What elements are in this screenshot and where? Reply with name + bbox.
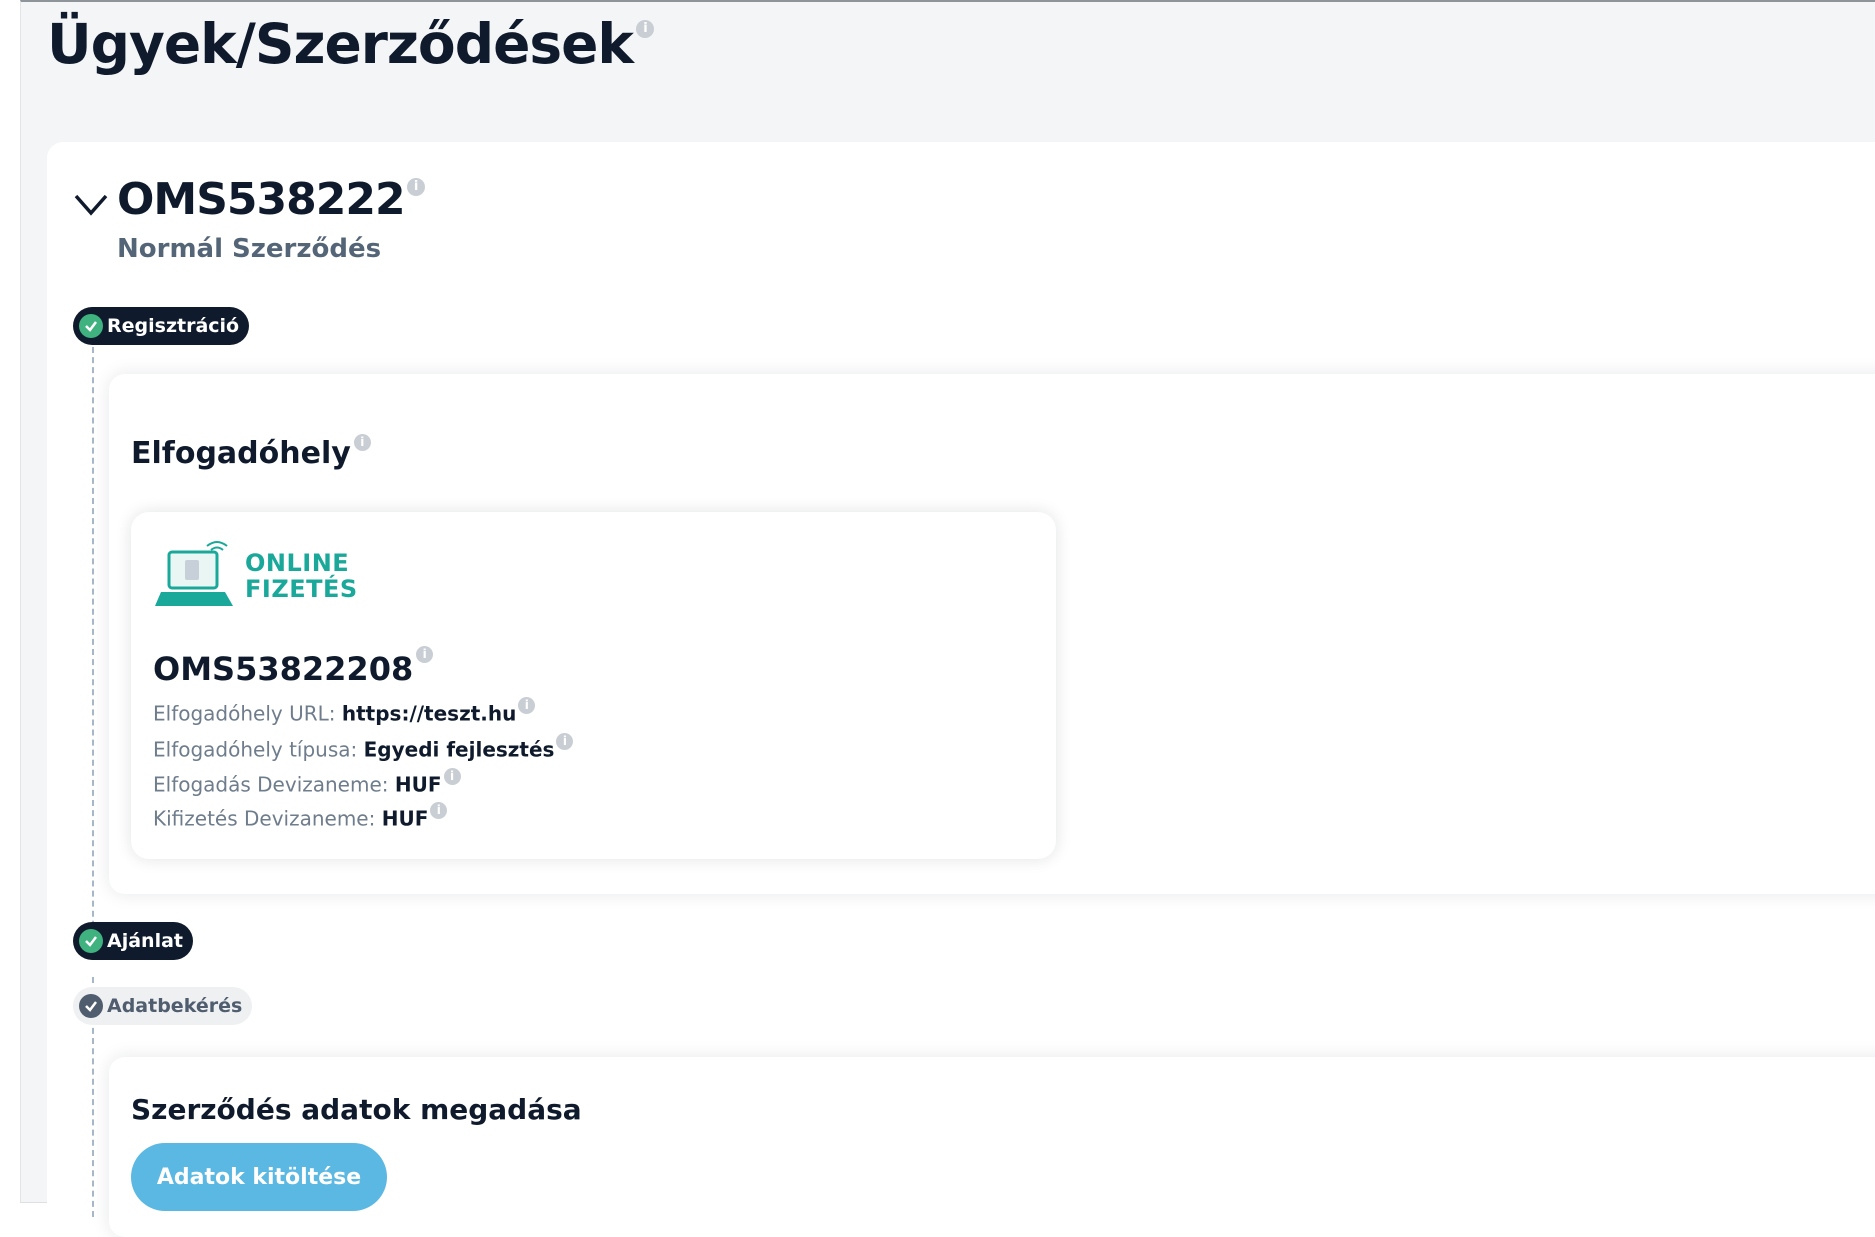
step-badge-registration[interactable]: Regisztráció: [73, 307, 250, 345]
field-payout-currency: Kifizetés Devizaneme: HUF i: [153, 802, 448, 831]
logo-line: ONLINE: [245, 549, 350, 577]
check-circle-icon: [79, 994, 103, 1018]
merchant-id: OMS53822208 i: [153, 646, 434, 688]
info-icon[interactable]: i: [518, 697, 536, 714]
case-subtitle: Normál Szerződés: [117, 234, 382, 264]
laptop-payment-icon: ONLINE FIZETÉS: [155, 536, 375, 626]
info-icon[interactable]: i: [636, 19, 654, 38]
field-label: Elfogadóhely típusa:: [153, 737, 364, 762]
case-id: OMS538222 i: [117, 174, 425, 225]
info-icon[interactable]: i: [416, 646, 434, 664]
merchant-id-text: OMS53822208: [153, 650, 414, 688]
case-card: OMS538222 i Normál Szerződés Regisztráció…: [47, 142, 1875, 1237]
field-type: Elfogadóhely típusa: Egyedi fejlesztés i: [153, 733, 574, 762]
field-label: Elfogadóhely URL:: [153, 701, 342, 726]
info-icon[interactable]: i: [430, 802, 448, 819]
info-icon[interactable]: i: [556, 733, 574, 750]
contract-section-title: Szerződés adatok megadása: [131, 1093, 582, 1126]
field-label: Elfogadás Devizaneme:: [153, 772, 395, 797]
field-url: Elfogadóhely URL: https://teszt.hu i: [153, 697, 536, 726]
step-label: Ajánlat: [107, 930, 183, 952]
info-icon[interactable]: i: [406, 178, 425, 197]
timeline-line: [92, 347, 94, 957]
fill-data-button[interactable]: Adatok kitöltése: [131, 1143, 387, 1211]
step-badge-offer[interactable]: Ajánlat: [73, 922, 193, 960]
field-value: Egyedi fejlesztés: [363, 737, 555, 762]
field-label: Kifizetés Devizaneme:: [153, 806, 382, 831]
merchant-section: Elfogadóhely i ONLINE FIZETÉS OMS5382220…: [109, 374, 1875, 894]
info-icon[interactable]: i: [443, 768, 461, 785]
section-title-text: Elfogadóhely: [131, 436, 351, 471]
chevron-down-icon[interactable]: [73, 186, 109, 222]
step-label: Regisztráció: [107, 315, 240, 337]
info-icon[interactable]: i: [353, 434, 371, 451]
section-title: Elfogadóhely i: [131, 434, 371, 471]
field-value: HUF: [381, 806, 429, 831]
check-circle-icon: [79, 929, 103, 953]
field-value: https://teszt.hu: [341, 701, 517, 726]
logo-line: FIZETÉS: [245, 575, 358, 603]
field-accept-currency: Elfogadás Devizaneme: HUF i: [153, 768, 461, 797]
page-title-text: Ügyek/Szerződések: [47, 12, 634, 76]
contract-section: Szerződés adatok megadása Adatok kitölté…: [109, 1057, 1875, 1237]
page-title: Ügyek/Szerződések i: [47, 12, 654, 76]
app-frame: Ügyek/Szerződések i OMS538222 i Normál Sze…: [20, 0, 1875, 1237]
field-value: HUF: [394, 772, 442, 797]
merchant-card[interactable]: ONLINE FIZETÉS OMS53822208 i Elfogadóhely…: [131, 512, 1056, 859]
check-circle-icon: [79, 314, 103, 338]
logo-text: ONLINE FIZETÉS: [245, 550, 358, 602]
step-badge-data-request[interactable]: Adatbekérés: [73, 987, 253, 1025]
step-label: Adatbekérés: [107, 995, 243, 1017]
case-id-text: OMS538222: [117, 174, 406, 225]
